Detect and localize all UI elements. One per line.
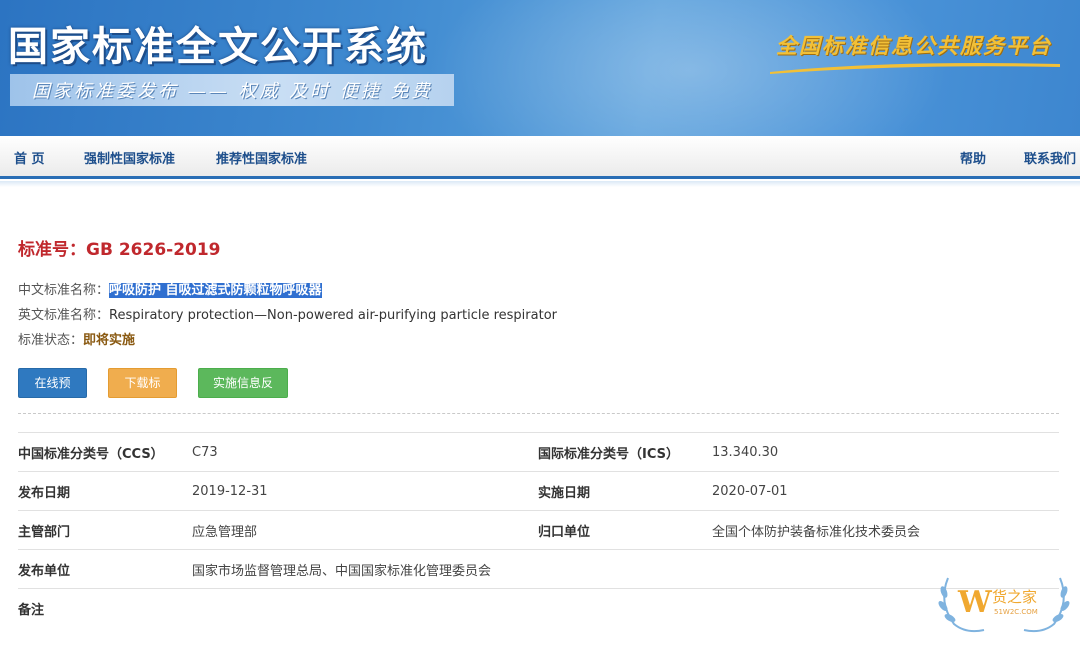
main-nav: 首 页 强制性国家标准 推荐性国家标准 帮助 联系我们 [0, 136, 1080, 179]
standard-number-heading: 标准号：GB 2626-2019 [18, 235, 221, 260]
watermark-brand: 货之家 [992, 588, 1037, 606]
nav-shadow [0, 181, 1080, 187]
implementation-date-value: 2020-07-01 [712, 471, 1059, 511]
table-row: 中国标准分类号（CCS） C73 国际标准分类号（ICS） 13.340.30 [18, 432, 1059, 472]
ics-value: 13.340.30 [712, 432, 1059, 472]
nav-contact[interactable]: 联系我们 [1024, 148, 1076, 167]
en-name-label: 英文标准名称： [18, 308, 110, 323]
en-name-value: Respiratory protection—Non-powered air-p… [109, 308, 557, 323]
table-row: 发布单位 国家市场监督管理总局、中国国家标准化管理委员会 [18, 549, 1059, 589]
implementation-date-label: 实施日期 [538, 471, 712, 511]
nav-home[interactable]: 首 页 [14, 148, 45, 167]
publish-date-label: 发布日期 [18, 471, 192, 511]
remark-label: 备注 [18, 588, 192, 627]
status-row: 标准状态：即将实施 [18, 329, 135, 348]
watermark-letter: W [957, 585, 993, 620]
table-row: 发布日期 2019-12-31 实施日期 2020-07-01 [18, 471, 1059, 511]
ccs-value: C73 [192, 432, 538, 472]
cn-name-value: 呼吸防护 自吸过滤式防颗粒物呼吸器 [109, 283, 322, 298]
standard-number: GB 2626-2019 [86, 240, 221, 260]
ccs-label: 中国标准分类号（CCS） [18, 432, 192, 472]
table-row: 备注 [18, 588, 1059, 627]
department-value: 应急管理部 [192, 510, 538, 550]
standard-details-table: 中国标准分类号（CCS） C73 国际标准分类号（ICS） 13.340.30 … [18, 432, 1059, 627]
remark-value [192, 588, 1059, 627]
watermark-logo: W 货之家 51W2C.COM [938, 577, 1070, 633]
feedback-button[interactable]: 实施信息反馈 [198, 368, 288, 418]
online-preview-button[interactable]: 在线预览 [18, 368, 87, 418]
responsible-org-label: 归口单位 [538, 510, 712, 550]
nav-mandatory-standards[interactable]: 强制性国家标准 [84, 148, 175, 167]
publisher-label: 发布单位 [18, 549, 192, 589]
en-name-row: 英文标准名称：Respiratory protection—Non-powere… [18, 304, 557, 323]
status-value: 即将实施 [83, 333, 136, 348]
nav-help[interactable]: 帮助 [960, 148, 986, 167]
cn-name-row: 中文标准名称：呼吸防护 自吸过滤式防颗粒物呼吸器 [18, 279, 322, 298]
watermark-domain: 51W2C.COM [994, 608, 1038, 616]
slogan-swoosh-decoration [770, 63, 1060, 74]
download-standard-button[interactable]: 下载标准 [108, 368, 177, 418]
banner-subtitle-bar: 国家标准委发布 —— 权威 及时 便捷 免费 [10, 74, 454, 106]
banner-subtitle: 国家标准委发布 —— 权威 及时 便捷 免费 [32, 81, 433, 102]
department-label: 主管部门 [18, 510, 192, 550]
ics-label: 国际标准分类号（ICS） [538, 432, 712, 472]
cn-name-label: 中文标准名称： [18, 283, 110, 298]
responsible-org-value: 全国个体防护装备标准化技术委员会 [712, 510, 1059, 550]
nav-recommended-standards[interactable]: 推荐性国家标准 [216, 148, 307, 167]
standard-number-label: 标准号： [18, 240, 86, 260]
table-row: 主管部门 应急管理部 归口单位 全国个体防护装备标准化技术委员会 [18, 510, 1059, 550]
publish-date-value: 2019-12-31 [192, 471, 538, 511]
header-banner: 国家标准全文公开系统 国家标准委发布 —— 权威 及时 便捷 免费 全国标准信息… [0, 0, 1080, 136]
site-title: 国家标准全文公开系统 [8, 23, 428, 70]
status-label: 标准状态： [18, 333, 84, 348]
divider [18, 413, 1059, 414]
publisher-value: 国家市场监督管理总局、中国国家标准化管理委员会 [192, 549, 1059, 589]
